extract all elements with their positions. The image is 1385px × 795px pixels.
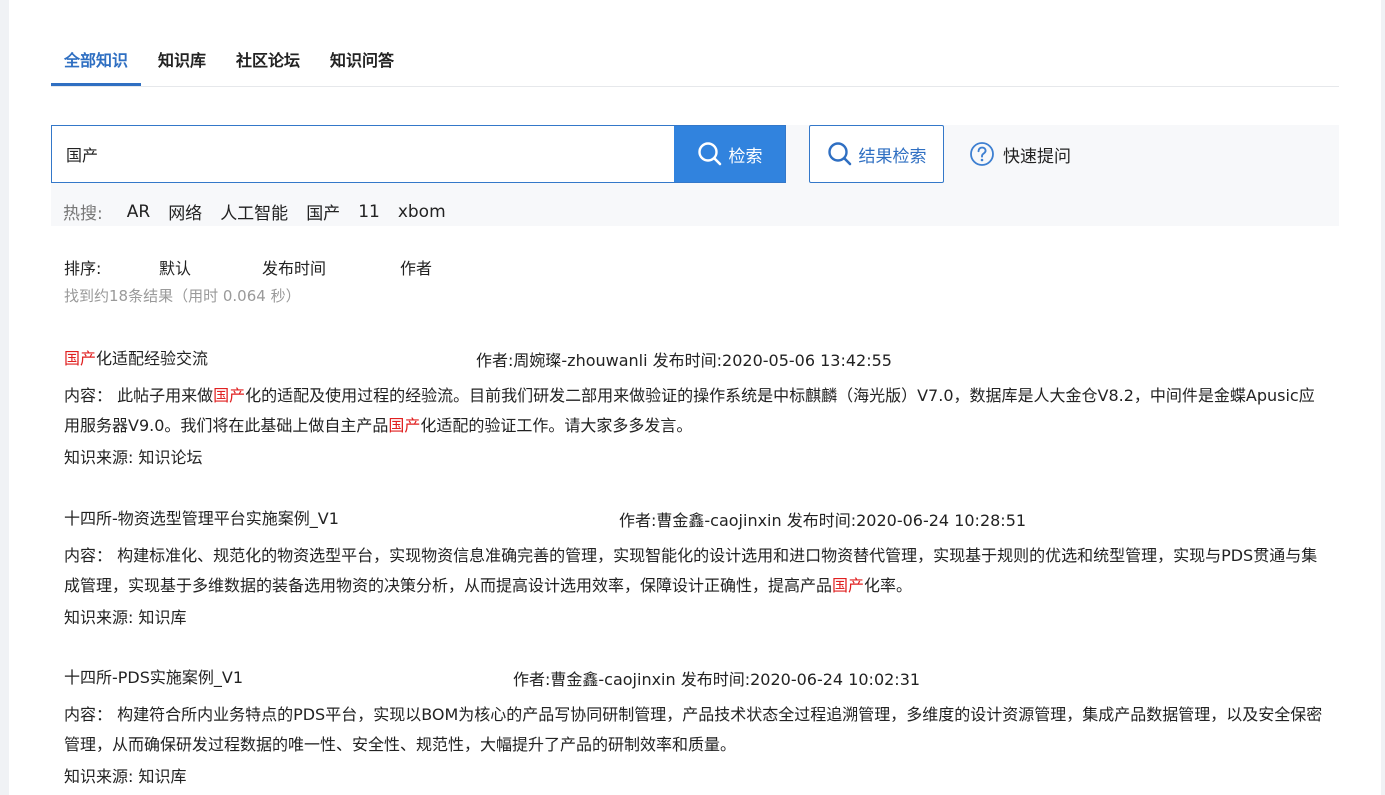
result-meta: 作者:曹金鑫-caojinxin 发布时间:2020-06-24 10:28:5… [619, 511, 1027, 530]
title-text: 十四所-PDS实施案例_V1 [64, 668, 244, 687]
title-text: 化适配经验交流 [96, 349, 209, 368]
search-button[interactable]: 检索 [674, 126, 785, 182]
search-button-label: 检索 [728, 146, 763, 167]
hot-item[interactable]: 国产 [306, 199, 340, 224]
hot-label: 热搜: [63, 204, 103, 224]
sort-author[interactable]: 作者 [400, 255, 432, 279]
content-highlight: 国产 [213, 386, 246, 405]
result-meta: 作者:曹金鑫-caojinxin 发布时间:2020-06-24 10:02:3… [513, 670, 921, 689]
content-text: 化率。 [864, 576, 913, 595]
sort-label: 排序: [64, 259, 102, 278]
hot-item[interactable]: AR [127, 202, 150, 222]
question-icon [970, 142, 994, 166]
tab-knowledge-qa[interactable]: 知识问答 [317, 38, 407, 86]
search-icon [827, 142, 851, 166]
tab-community-forum[interactable]: 社区论坛 [223, 38, 313, 86]
result-search-button[interactable]: 结果检索 [809, 125, 944, 183]
hot-item[interactable]: xbom [398, 202, 446, 222]
result-search-label: 结果检索 [858, 146, 927, 167]
search-box: 检索 [51, 125, 786, 183]
sort-default[interactable]: 默认 [159, 255, 262, 279]
hot-item[interactable]: 11 [358, 202, 380, 222]
result-content: 内容： 构建符合所内业务特点的PDS平台，实现以BOM为核心的产品写协同研制管理… [64, 700, 1324, 760]
title-text: 十四所-物资选型管理平台实施案例_V1 [64, 509, 339, 528]
title-highlight: 国产 [64, 349, 97, 368]
content-text: 内容： 此帖子用来做 [64, 386, 214, 405]
content-text: 内容： 构建标准化、规范化的物资选型平台，实现物资信息准确完善的管理，实现智能化… [64, 546, 1318, 595]
search-input[interactable] [52, 126, 674, 182]
search-icon [697, 142, 721, 166]
content-highlight: 国产 [388, 416, 421, 435]
quick-ask-button[interactable]: 快速提问 [969, 125, 1071, 183]
result-item: 十四所-物资选型管理平台实施案例_V1 作者:曹金鑫-caojinxin 发布时… [64, 505, 1324, 628]
result-meta: 作者:周婉璨-zhouwanli 发布时间:2020-05-06 13:42:5… [476, 351, 892, 370]
result-count: 找到约18条结果（用时 0.064 秒） [64, 287, 301, 305]
hot-searches: 热搜: AR 网络 人工智能 国产 11 xbom [63, 199, 464, 225]
hot-item[interactable]: 人工智能 [220, 199, 288, 224]
quick-ask-label: 快速提问 [1003, 146, 1071, 167]
content-highlight: 国产 [832, 576, 865, 595]
result-content: 内容： 构建标准化、规范化的物资选型平台，实现物资信息准确完善的管理，实现智能化… [64, 541, 1324, 601]
result-source: 知识来源: 知识库 [64, 767, 187, 786]
result-content: 内容： 此帖子用来做国产化的适配及使用过程的经验流。目前我们研发二部用来做验证的… [64, 381, 1324, 441]
page: 全部知识 知识库 社区论坛 知识问答 检索 结果检索 [9, 0, 1381, 795]
sort-bar: 排序: 默认 发布时间 作者 [64, 255, 432, 279]
tab-all-knowledge[interactable]: 全部知识 [51, 38, 142, 86]
result-item: 国产化适配经验交流 作者:周婉璨-zhouwanli 发布时间:2020-05-… [64, 345, 1324, 468]
sort-publish-time[interactable]: 发布时间 [262, 255, 400, 279]
tab-knowledge-base[interactable]: 知识库 [145, 38, 219, 86]
category-tabs: 全部知识 知识库 社区论坛 知识问答 [51, 38, 1339, 87]
result-source: 知识来源: 知识论坛 [64, 448, 203, 467]
result-item: 十四所-PDS实施案例_V1 作者:曹金鑫-caojinxin 发布时间:202… [64, 664, 1324, 787]
result-source: 知识来源: 知识库 [64, 608, 187, 627]
content-text: 内容： 构建符合所内业务特点的PDS平台，实现以BOM为核心的产品写协同研制管理… [64, 705, 1323, 754]
hot-item[interactable]: 网络 [168, 199, 202, 224]
search-area: 检索 结果检索 快速提问 热搜: AR 网络 人工智能 国产 11 [51, 125, 1339, 226]
content-text: 化适配的验证工作。请大家多多发言。 [420, 416, 693, 435]
